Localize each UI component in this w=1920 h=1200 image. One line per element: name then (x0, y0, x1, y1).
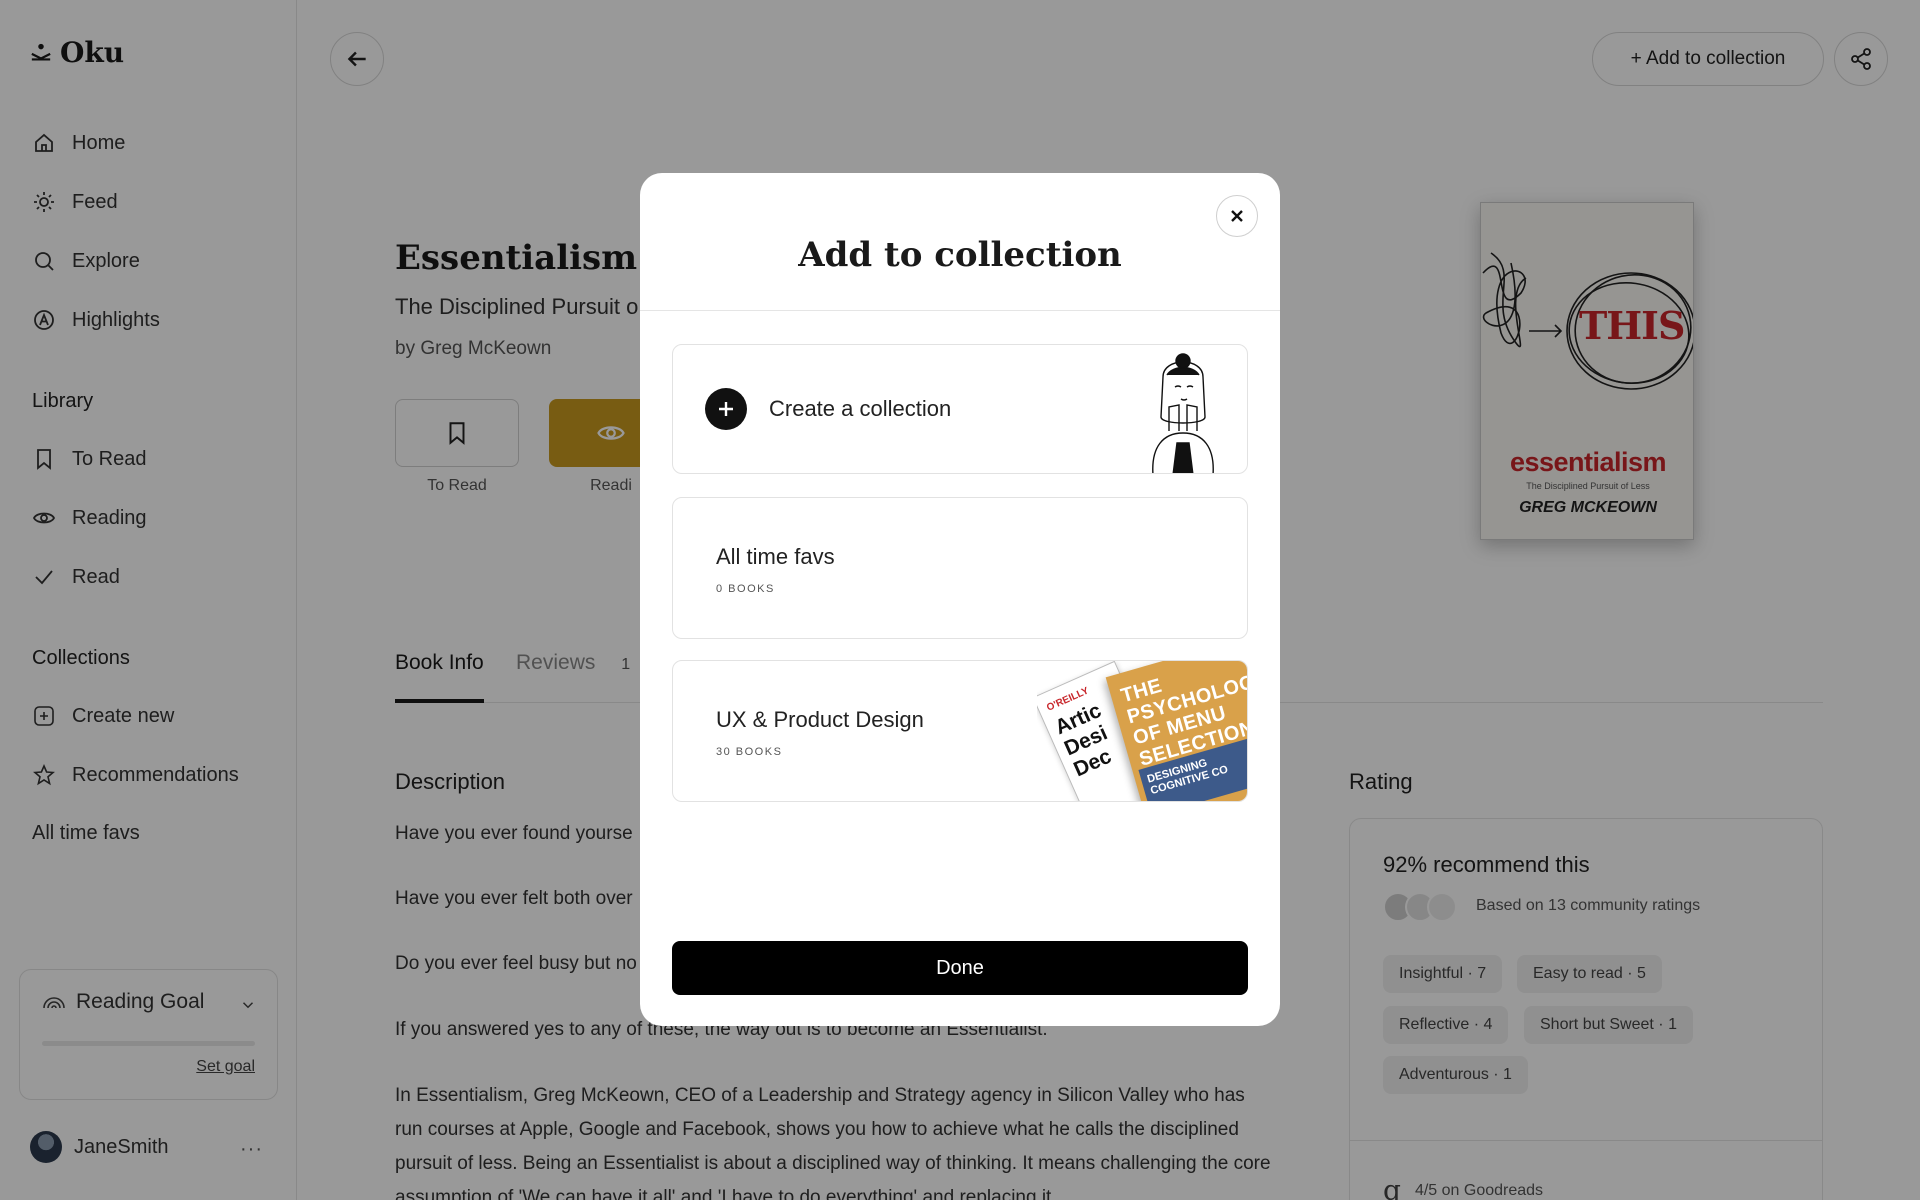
collection-item[interactable]: All time favs 0 BOOKS (672, 497, 1248, 639)
create-collection-card[interactable]: Create a collection (672, 344, 1248, 474)
add-to-collection-modal: Add to collection Create a collection Al… (640, 173, 1280, 1026)
create-collection-label: Create a collection (769, 396, 952, 421)
collection-item[interactable]: UX & Product Design 30 BOOKS O'REILLY Ar… (672, 660, 1248, 802)
modal-divider (640, 310, 1280, 311)
done-button[interactable]: Done (672, 941, 1248, 995)
modal-title: Add to collection (798, 235, 1122, 275)
collection-name: All time favs (716, 544, 835, 569)
reading-girl-illustration (1152, 353, 1214, 473)
collection-count: 30 BOOKS (716, 746, 783, 758)
collection-name: UX & Product Design (716, 707, 924, 732)
close-button[interactable] (1216, 195, 1258, 237)
plus-icon (705, 388, 747, 430)
collection-count: 0 BOOKS (716, 583, 775, 595)
collection-thumbnail: O'REILLY Artic Desi Dec THE PSYCHOLOGY O… (1037, 661, 1247, 801)
close-icon (1231, 210, 1243, 222)
